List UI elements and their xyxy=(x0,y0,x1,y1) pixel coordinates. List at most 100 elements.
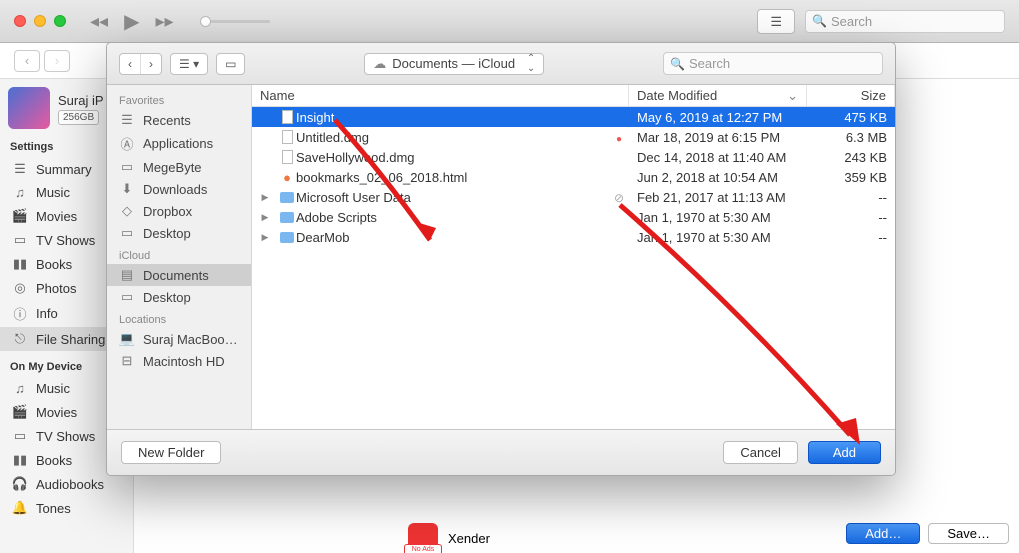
desktop-icon: ▭ xyxy=(119,225,135,241)
device-thumbnail-icon xyxy=(8,87,50,129)
sidebar-section: iCloud xyxy=(107,244,251,264)
sidebar-item-tones[interactable]: 🔔Tones xyxy=(0,496,133,520)
disclosure-icon[interactable]: ▶ xyxy=(252,212,278,223)
app-icon-xender xyxy=(408,523,438,553)
file-name: Untitled.dmg xyxy=(296,130,609,145)
file-date: Mar 18, 2019 at 6:15 PM xyxy=(629,130,807,145)
window-titlebar: ◂◂ ▶ ▸▸ ☰ 🔍 Search xyxy=(0,0,1019,43)
maximize-icon[interactable] xyxy=(54,15,66,27)
file-row[interactable]: ▶DearMobJan 1, 1970 at 5:30 AM-- xyxy=(252,227,895,247)
sidebar-macintosh-hd[interactable]: ⊟Macintosh HD xyxy=(107,350,251,372)
list-icon: ☰ xyxy=(770,14,782,29)
disclosure-icon[interactable]: ▶ xyxy=(252,232,278,243)
music-icon: ♫ xyxy=(12,381,28,396)
back-icon[interactable]: ‹ xyxy=(120,54,141,74)
file-name: bookmarks_02_06_2018.html xyxy=(296,170,609,185)
file-size: -- xyxy=(807,210,895,225)
search-placeholder: Search xyxy=(831,14,872,29)
tag-icon: ⊘ xyxy=(609,190,629,205)
app-name: Xender xyxy=(448,531,490,546)
file-date: Jun 2, 2018 at 10:54 AM xyxy=(629,170,807,185)
save-file-button[interactable]: Save… xyxy=(928,523,1009,544)
col-name[interactable]: Name xyxy=(252,85,629,106)
view-mode-button[interactable]: ☰ ▾ xyxy=(170,53,208,75)
sidebar-desktop[interactable]: ▭Desktop xyxy=(107,222,251,244)
list-icon: ☰ ▾ xyxy=(171,54,207,74)
file-date: Jan 1, 1970 at 5:30 AM xyxy=(629,230,807,245)
sidebar-dropbox[interactable]: ◇Dropbox xyxy=(107,200,251,222)
file-date: Dec 14, 2018 at 11:40 AM xyxy=(629,150,807,165)
file-row[interactable]: SaveHollywood.dmgDec 14, 2018 at 11:40 A… xyxy=(252,147,895,167)
file-name: DearMob xyxy=(296,230,609,245)
file-row[interactable]: ▶Adobe ScriptsJan 1, 1970 at 5:30 AM-- xyxy=(252,207,895,227)
cancel-button[interactable]: Cancel xyxy=(723,441,797,464)
add-file-button[interactable]: Add… xyxy=(846,523,920,544)
file-row[interactable]: ▶Microsoft User Data⊘Feb 21, 2017 at 11:… xyxy=(252,187,895,207)
location-dropdown[interactable]: ☁ Documents — iCloud ⌃⌄ xyxy=(364,53,544,75)
storage-badge: 256GB xyxy=(58,110,99,125)
file-size: -- xyxy=(807,190,895,205)
file-icon xyxy=(282,130,293,144)
forward-button[interactable]: › xyxy=(44,50,70,72)
add-button[interactable]: Add xyxy=(808,441,881,464)
search-placeholder: Search xyxy=(689,56,730,71)
photos-icon: ◎ xyxy=(12,280,28,296)
tag-icon: ● xyxy=(609,130,629,145)
file-icon xyxy=(282,150,293,164)
file-size: 243 KB xyxy=(807,150,895,165)
sidebar-desktop2[interactable]: ▭Desktop xyxy=(107,286,251,308)
info-icon: ⓘ xyxy=(12,304,28,323)
column-headers[interactable]: Name Date Modified⌄ Size xyxy=(252,85,895,107)
play-icon[interactable]: ▶ xyxy=(116,9,147,34)
sidebar-documents[interactable]: ▤Documents xyxy=(107,264,251,286)
back-button[interactable]: ‹ xyxy=(14,50,40,72)
new-folder-button[interactable]: New Folder xyxy=(121,441,221,464)
volume-slider[interactable] xyxy=(200,20,270,23)
file-list: Name Date Modified⌄ Size Insight May 6, 2… xyxy=(252,85,895,429)
file-open-dialog: ‹ › ☰ ▾ ▭ ☁ Documents — iCloud ⌃⌄ 🔍 Sear… xyxy=(106,42,896,476)
col-date[interactable]: Date Modified⌄ xyxy=(629,85,807,106)
file-sharing-panel: Xender Add… Save… Photos 158.69 GB Free xyxy=(278,509,1009,553)
dialog-toolbar: ‹ › ☰ ▾ ▭ ☁ Documents — iCloud ⌃⌄ 🔍 Sear… xyxy=(107,43,895,85)
file-size: 475 KB xyxy=(807,110,895,125)
recents-icon: ☰ xyxy=(119,112,135,128)
disclosure-icon[interactable]: ▶ xyxy=(252,192,278,203)
col-size[interactable]: Size xyxy=(807,85,895,106)
dialog-footer: New Folder Cancel Add xyxy=(107,429,895,475)
file-row[interactable]: Untitled.dmg●Mar 18, 2019 at 6:15 PM6.3 … xyxy=(252,127,895,147)
dropbox-icon: ◇ xyxy=(119,203,135,219)
next-track-icon[interactable]: ▸▸ xyxy=(147,11,181,32)
close-icon[interactable] xyxy=(14,15,26,27)
movies-icon: 🎬 xyxy=(12,208,28,224)
sidebar-section: Locations xyxy=(107,308,251,328)
prev-track-icon[interactable]: ◂◂ xyxy=(82,11,116,32)
sidebar-recents[interactable]: ☰Recents xyxy=(107,109,251,131)
minimize-icon[interactable] xyxy=(34,15,46,27)
group-button[interactable]: ▭ xyxy=(216,53,245,75)
sidebar-downloads[interactable]: ⬇Downloads xyxy=(107,178,251,200)
desktop-icon: ▭ xyxy=(119,289,135,305)
sidebar-macbook[interactable]: 💻Suraj MacBoo… xyxy=(107,328,251,350)
file-name: Insight xyxy=(296,110,609,125)
file-size: 359 KB xyxy=(807,170,895,185)
forward-icon[interactable]: › xyxy=(141,54,161,74)
laptop-icon: 💻 xyxy=(119,331,135,347)
nav-back-forward[interactable]: ‹ › xyxy=(119,53,162,75)
sidebar-applications[interactable]: ⒶApplications xyxy=(107,131,251,156)
chevron-updown-icon: ⌃⌄ xyxy=(527,54,535,74)
summary-icon: ☰ xyxy=(12,161,28,177)
books-icon: ▮▮ xyxy=(12,256,28,272)
location-label: Documents — iCloud xyxy=(392,56,515,71)
audiobooks-icon: 🎧 xyxy=(12,476,28,492)
dialog-search-input[interactable]: 🔍 Search xyxy=(663,52,883,75)
list-view-button[interactable]: ☰ xyxy=(757,9,795,34)
file-row[interactable]: Insight May 6, 2019 at 12:27 PM475 KB xyxy=(252,107,895,127)
cloud-icon: ☁ xyxy=(373,56,386,72)
sidebar-megebyte[interactable]: ▭MegeByte xyxy=(107,156,251,178)
search-input[interactable]: 🔍 Search xyxy=(805,10,1005,33)
file-row[interactable]: ●bookmarks_02_06_2018.htmlJun 2, 2018 at… xyxy=(252,167,895,187)
sidebar-section: Favorites xyxy=(107,89,251,109)
downloads-icon: ⬇ xyxy=(119,181,135,197)
folder-icon xyxy=(280,232,294,243)
file-date: May 6, 2019 at 12:27 PM xyxy=(629,110,807,125)
